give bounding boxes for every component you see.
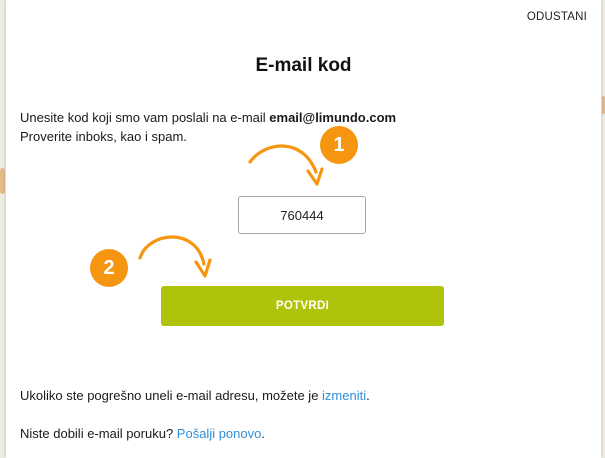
background-page-right [601, 0, 605, 458]
resend-link[interactable]: Pošalji ponovo [177, 426, 262, 441]
resend-prefix: Niste dobili e-mail poruku? [20, 426, 177, 441]
instruction-text: Unesite kod koji smo vam poslali na e-ma… [20, 110, 270, 125]
curved-arrow-icon [138, 235, 212, 278]
resend-text: Niste dobili e-mail poruku? Pošalji pono… [20, 426, 265, 441]
email-code-dialog: ODUSTANI E-mail kod Unesite kod koji smo… [6, 0, 601, 458]
email-address: email@limundo.com [269, 110, 397, 125]
background-decoration [0, 168, 5, 194]
instruction-line2: Proverite inboks, kao i spam. [20, 129, 187, 144]
step-2-badge: 2 [90, 249, 128, 287]
change-email-text: Ukoliko ste pogrešno uneli e-mail adresu… [20, 388, 370, 403]
change-email-suffix: . [366, 388, 370, 403]
confirm-button[interactable]: POTVRDI [161, 286, 444, 326]
step-1-badge: 1 [320, 126, 358, 164]
code-input[interactable] [238, 196, 366, 234]
curved-arrow-icon [248, 144, 324, 186]
resend-suffix: . [261, 426, 265, 441]
change-email-link[interactable]: izmeniti [322, 388, 366, 403]
dialog-title: E-mail kod [255, 55, 352, 76]
cancel-button[interactable]: ODUSTANI [527, 11, 587, 23]
change-email-prefix: Ukoliko ste pogrešno uneli e-mail adresu… [20, 388, 323, 403]
